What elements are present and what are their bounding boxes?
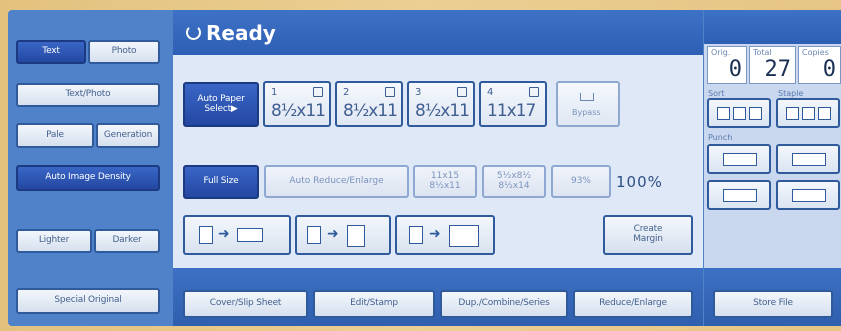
edit-stamp-button[interactable]: Edit/Stamp bbox=[313, 290, 435, 318]
punch-option-4-button[interactable] bbox=[776, 180, 840, 210]
ready-status-text: Ready bbox=[206, 21, 276, 45]
auto-image-density-button[interactable]: Auto Image Density bbox=[16, 165, 160, 191]
tray-2-button[interactable]: 2 8½x11 bbox=[335, 81, 403, 127]
punch-icon bbox=[792, 153, 826, 166]
create-margin-button[interactable]: Create Margin bbox=[603, 215, 693, 255]
tray-paper-size: 8½x11 bbox=[271, 101, 326, 121]
staple-icon bbox=[786, 107, 799, 120]
tray-paper-size: 8½x11 bbox=[343, 101, 398, 121]
punch-option-2-button[interactable] bbox=[776, 144, 840, 174]
arrow-right-icon: ➜ bbox=[327, 226, 339, 242]
combine-1to2-button[interactable]: ➜ bbox=[183, 215, 291, 255]
tray-number: 2 bbox=[343, 87, 350, 98]
cover-slip-sheet-button[interactable]: Cover/Slip Sheet bbox=[183, 290, 308, 318]
originals-label: Orig. bbox=[711, 48, 731, 57]
lighter-button[interactable]: Lighter bbox=[16, 229, 92, 253]
bypass-tray-icon bbox=[580, 93, 594, 101]
create-margin-label-2: Margin bbox=[633, 234, 663, 244]
special-original-button[interactable]: Special Original bbox=[16, 288, 160, 314]
original-page-icon bbox=[199, 226, 213, 244]
text-photo-mode-button[interactable]: Text/Photo bbox=[16, 83, 160, 107]
sort-icon bbox=[733, 107, 746, 120]
tray-paper-size: 11x17 bbox=[487, 101, 536, 121]
original-page-icon bbox=[307, 226, 321, 244]
darker-button[interactable]: Darker bbox=[94, 229, 160, 253]
paper-tray-icon bbox=[529, 87, 539, 97]
staple-label: Staple bbox=[778, 89, 804, 98]
reduce-enlarge-button[interactable]: Reduce/Enlarge bbox=[573, 290, 693, 318]
ready-status-icon bbox=[186, 25, 201, 40]
paper-tray-icon bbox=[385, 87, 395, 97]
pale-mode-button[interactable]: Pale bbox=[16, 123, 94, 148]
preset-2-line2: 8½x14 bbox=[498, 180, 530, 191]
copies-label: Copies bbox=[802, 48, 829, 57]
bypass-tray-button[interactable]: Bypass bbox=[556, 81, 620, 127]
sort-label: Sort bbox=[708, 89, 725, 98]
paper-tray-icon bbox=[457, 87, 467, 97]
tray-paper-size: 8½x11 bbox=[415, 101, 470, 121]
punch-icon bbox=[792, 189, 826, 202]
punch-option-3-button[interactable] bbox=[707, 180, 771, 210]
total-counter: Total 27 bbox=[749, 46, 796, 84]
copy-page-icon bbox=[347, 225, 365, 247]
control-panel-screen: Text Photo Text/Photo Pale Generation Au… bbox=[8, 10, 841, 326]
staple-button[interactable] bbox=[776, 98, 840, 128]
full-size-button[interactable]: Full Size bbox=[183, 165, 259, 199]
originals-value: 0 bbox=[728, 57, 742, 82]
punch-option-1-button[interactable] bbox=[707, 144, 771, 174]
preset-ratio-1-button[interactable]: 11x15 8½x11 bbox=[413, 165, 477, 198]
staple-icon bbox=[802, 107, 815, 120]
tray-3-button[interactable]: 3 8½x11 bbox=[407, 81, 475, 127]
total-value: 27 bbox=[764, 57, 792, 82]
punch-icon bbox=[723, 189, 757, 202]
copies-value: 0 bbox=[822, 57, 836, 82]
sort-icon bbox=[717, 107, 730, 120]
preset-1-line2: 8½x11 bbox=[429, 180, 461, 191]
right-header-strip bbox=[704, 10, 841, 44]
combine-2to1-button[interactable]: ➜ bbox=[295, 215, 391, 255]
copy-page-icon bbox=[449, 225, 479, 247]
staple-icon bbox=[818, 107, 831, 120]
generation-mode-button[interactable]: Generation bbox=[96, 123, 160, 148]
copies-counter: Copies 0 bbox=[798, 46, 841, 84]
copy-page-icon bbox=[237, 228, 263, 242]
arrow-right-icon: ➜ bbox=[429, 226, 441, 242]
combine-series-button[interactable]: ➜ bbox=[395, 215, 495, 255]
total-label: Total bbox=[753, 48, 772, 57]
bypass-label: Bypass bbox=[572, 108, 601, 117]
originals-counter: Orig. 0 bbox=[707, 46, 747, 84]
arrow-right-icon: ➜ bbox=[218, 226, 230, 242]
dup-combine-series-button[interactable]: Dup./Combine/Series bbox=[440, 290, 568, 318]
original-page-icon bbox=[409, 226, 423, 244]
auto-paper-label-2: Select▶ bbox=[204, 103, 238, 114]
tray-number: 3 bbox=[415, 87, 422, 98]
sort-icon bbox=[749, 107, 762, 120]
current-ratio-display: 100% bbox=[616, 173, 663, 191]
photo-mode-button[interactable]: Photo bbox=[88, 40, 160, 64]
paper-tray-icon bbox=[313, 87, 323, 97]
preset-ratio-3-button[interactable]: 93% bbox=[551, 165, 611, 198]
punch-icon bbox=[723, 153, 757, 166]
text-mode-button[interactable]: Text bbox=[16, 40, 86, 64]
store-file-button[interactable]: Store File bbox=[713, 290, 833, 318]
preset-ratio-2-button[interactable]: 5½x8½ 8½x14 bbox=[482, 165, 546, 198]
tray-1-button[interactable]: 1 8½x11 bbox=[263, 81, 331, 127]
auto-reduce-enlarge-button[interactable]: Auto Reduce/Enlarge bbox=[264, 165, 409, 198]
tray-number: 4 bbox=[487, 87, 494, 98]
sort-button[interactable] bbox=[707, 98, 771, 128]
tray-number: 1 bbox=[271, 87, 278, 98]
auto-paper-select-button[interactable]: Auto Paper Select▶ bbox=[183, 82, 259, 127]
tray-4-button[interactable]: 4 11x17 bbox=[479, 81, 547, 127]
punch-label: Punch bbox=[708, 133, 733, 142]
